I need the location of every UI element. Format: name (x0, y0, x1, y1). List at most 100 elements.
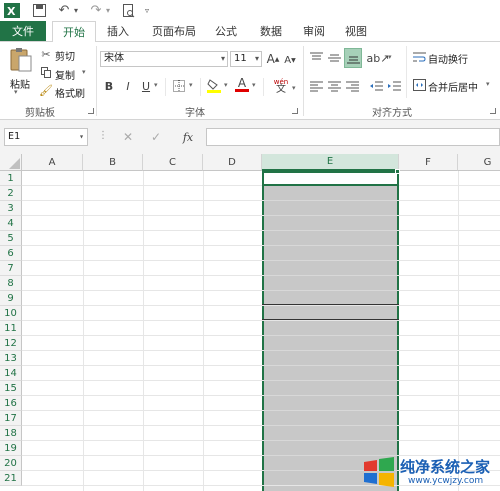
align-center-icon[interactable] (326, 78, 342, 94)
row-header[interactable]: 5 (0, 231, 22, 246)
column-header-e[interactable]: E (262, 154, 399, 171)
font-color-icon[interactable]: A (234, 77, 250, 93)
name-box[interactable]: E1 ▾ (4, 128, 88, 146)
customize-qat-icon[interactable]: ▿ (142, 2, 152, 19)
orientation-icon[interactable]: ab↗ (367, 50, 390, 66)
chevron-down-icon[interactable]: ▾ (255, 52, 259, 66)
copy-button[interactable]: 复制 (55, 67, 75, 82)
tab-formulas[interactable]: 公式 (205, 21, 247, 41)
row-header[interactable]: 12 (0, 336, 22, 351)
cut-button[interactable]: 剪切 (55, 48, 75, 63)
phonetic-guide-icon[interactable]: wén 文 (270, 76, 292, 96)
row-header[interactable]: 10 (0, 306, 22, 321)
font-launcher-icon[interactable] (292, 108, 298, 114)
row-header[interactable]: 15 (0, 381, 22, 396)
shrink-font-icon[interactable]: A ▼ (284, 53, 296, 67)
insert-function-button[interactable]: fx (178, 128, 198, 146)
borders-icon[interactable] (172, 79, 186, 93)
row-header[interactable]: 20 (0, 456, 22, 471)
alignment-launcher-icon[interactable] (490, 108, 496, 114)
fill-color-dropdown-icon[interactable]: ▾ (224, 81, 228, 89)
wrap-text-button[interactable]: 自动换行 (428, 51, 468, 66)
row-header[interactable]: 14 (0, 366, 22, 381)
fill-handle[interactable] (395, 169, 400, 174)
phonetic-dropdown-icon[interactable]: ▾ (292, 84, 296, 92)
formula-input[interactable] (206, 128, 500, 146)
align-left-icon[interactable] (308, 78, 324, 94)
row-header[interactable]: 4 (0, 216, 22, 231)
tab-file[interactable]: 文件 (0, 21, 46, 41)
bold-button[interactable]: B (103, 79, 115, 93)
fill-color-icon[interactable] (206, 77, 222, 93)
column-header-d[interactable]: D (203, 154, 262, 171)
row-header[interactable]: 9 (0, 291, 22, 306)
decrease-indent-icon[interactable] (368, 78, 384, 94)
active-cell-e1[interactable] (262, 171, 399, 186)
underline-dropdown-icon[interactable]: ▾ (154, 81, 158, 89)
column-header-f[interactable]: F (399, 154, 458, 171)
paste-icon[interactable] (8, 46, 34, 74)
column-header-b[interactable]: B (83, 154, 143, 171)
format-painter-button[interactable]: 格式刷 (55, 85, 85, 100)
worksheet-grid[interactable]: A B C D E F G 1 2 3 4 5 6 7 8 9 10 11 12… (0, 154, 500, 491)
copy-icon[interactable] (40, 66, 52, 78)
paste-button[interactable]: 粘贴 (10, 76, 30, 91)
select-all-button[interactable] (0, 154, 22, 171)
paste-dropdown-icon[interactable]: ▾ (14, 88, 18, 96)
redo-dropdown-icon[interactable]: ▾ (104, 2, 112, 19)
align-right-icon[interactable] (344, 78, 360, 94)
row-header[interactable]: 7 (0, 261, 22, 276)
format-painter-icon[interactable]: 🖌 (39, 84, 53, 97)
grow-font-icon[interactable]: A ▲ (266, 51, 280, 67)
row-header[interactable]: 3 (0, 201, 22, 216)
print-preview-icon[interactable] (120, 2, 138, 19)
font-color-dropdown-icon[interactable]: ▾ (252, 81, 256, 89)
merge-center-icon[interactable] (412, 78, 426, 92)
enter-icon[interactable]: ✓ (148, 128, 164, 146)
row-header[interactable]: 11 (0, 321, 22, 336)
column-header-c[interactable]: C (143, 154, 203, 171)
redo-icon[interactable]: ↷ (86, 2, 106, 19)
tab-insert[interactable]: 插入 (98, 21, 138, 41)
row-header[interactable]: 17 (0, 411, 22, 426)
tab-home[interactable]: 开始 (52, 21, 96, 42)
chevron-down-icon[interactable]: ▾ (79, 129, 84, 145)
column-header-g[interactable]: G (458, 154, 500, 171)
align-bottom-icon[interactable] (344, 48, 362, 68)
font-name-combo[interactable]: 宋体 ▾ (100, 51, 228, 67)
clipboard-launcher-icon[interactable] (88, 108, 94, 114)
wrap-text-icon[interactable] (412, 50, 426, 64)
borders-dropdown-icon[interactable]: ▾ (189, 81, 193, 89)
increase-indent-icon[interactable] (386, 78, 402, 94)
row-header[interactable]: 8 (0, 276, 22, 291)
row-header[interactable]: 2 (0, 186, 22, 201)
row-header[interactable]: 6 (0, 246, 22, 261)
cancel-icon[interactable]: ✕ (120, 128, 136, 146)
underline-button[interactable]: U (140, 79, 152, 93)
row-header[interactable]: 18 (0, 426, 22, 441)
row-header[interactable]: 19 (0, 441, 22, 456)
align-top-icon[interactable] (308, 50, 324, 66)
row-header[interactable]: 1 (0, 171, 22, 186)
row-header[interactable]: 21 (0, 471, 22, 486)
merge-center-button[interactable]: 合并后居中 (428, 79, 478, 94)
row-header[interactable]: 13 (0, 351, 22, 366)
cut-icon[interactable]: ✂ (40, 48, 52, 61)
orientation-dropdown-icon[interactable]: ▾ (388, 53, 392, 61)
chevron-down-icon[interactable]: ▾ (221, 52, 225, 66)
undo-icon[interactable]: ↶ (54, 2, 74, 19)
align-middle-icon[interactable] (326, 50, 342, 66)
tab-view[interactable]: 视图 (338, 21, 374, 41)
selected-column-range[interactable] (262, 171, 399, 491)
undo-dropdown-icon[interactable]: ▾ (72, 2, 80, 19)
tab-data[interactable]: 数据 (252, 21, 290, 41)
font-size-combo[interactable]: 11 ▾ (230, 51, 262, 67)
column-header-a[interactable]: A (22, 154, 83, 171)
merge-dropdown-icon[interactable]: ▾ (486, 80, 490, 88)
save-icon[interactable] (30, 2, 48, 19)
italic-button[interactable]: I (122, 79, 134, 93)
tab-review[interactable]: 审阅 (295, 21, 333, 41)
row-header[interactable]: 16 (0, 396, 22, 411)
tab-page-layout[interactable]: 页面布局 (143, 21, 205, 41)
copy-dropdown-icon[interactable]: ▾ (82, 68, 86, 76)
